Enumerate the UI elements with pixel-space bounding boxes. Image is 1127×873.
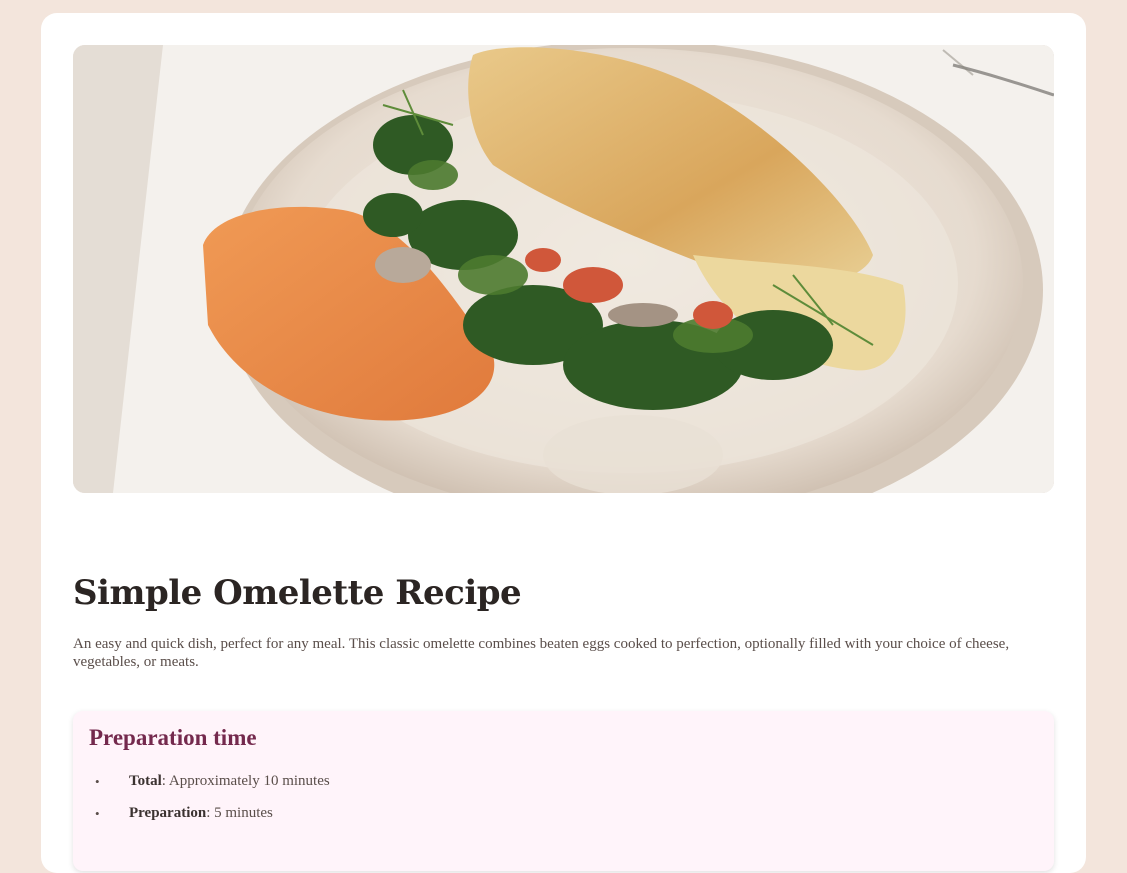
recipe-title: Simple Omelette Recipe bbox=[73, 573, 522, 613]
preparation-list: • Total: Approximately 10 minutes • Prepar… bbox=[73, 773, 330, 837]
prep-label: Total bbox=[129, 773, 162, 789]
preparation-heading: Preparation time bbox=[89, 725, 257, 750]
bullet-icon: • bbox=[95, 806, 100, 821]
recipe-description: An easy and quick dish, perfect for any … bbox=[73, 636, 1010, 670]
prep-label: Preparation bbox=[129, 805, 207, 821]
preparation-time-section: Preparation time • Total: Approximately 1… bbox=[73, 711, 1054, 871]
omelette-photo-icon bbox=[73, 45, 1054, 493]
recipe-card: Simple Omelette Recipe An easy and quick… bbox=[41, 13, 1086, 873]
list-item: • Total: Approximately 10 minutes bbox=[73, 773, 330, 805]
hero-image bbox=[73, 45, 1054, 493]
prep-value: : Approximately 10 minutes bbox=[161, 773, 330, 789]
list-item: • Preparation: 5 minutes bbox=[73, 805, 330, 837]
bullet-icon: • bbox=[95, 774, 100, 789]
prep-value: : 5 minutes bbox=[206, 805, 273, 821]
